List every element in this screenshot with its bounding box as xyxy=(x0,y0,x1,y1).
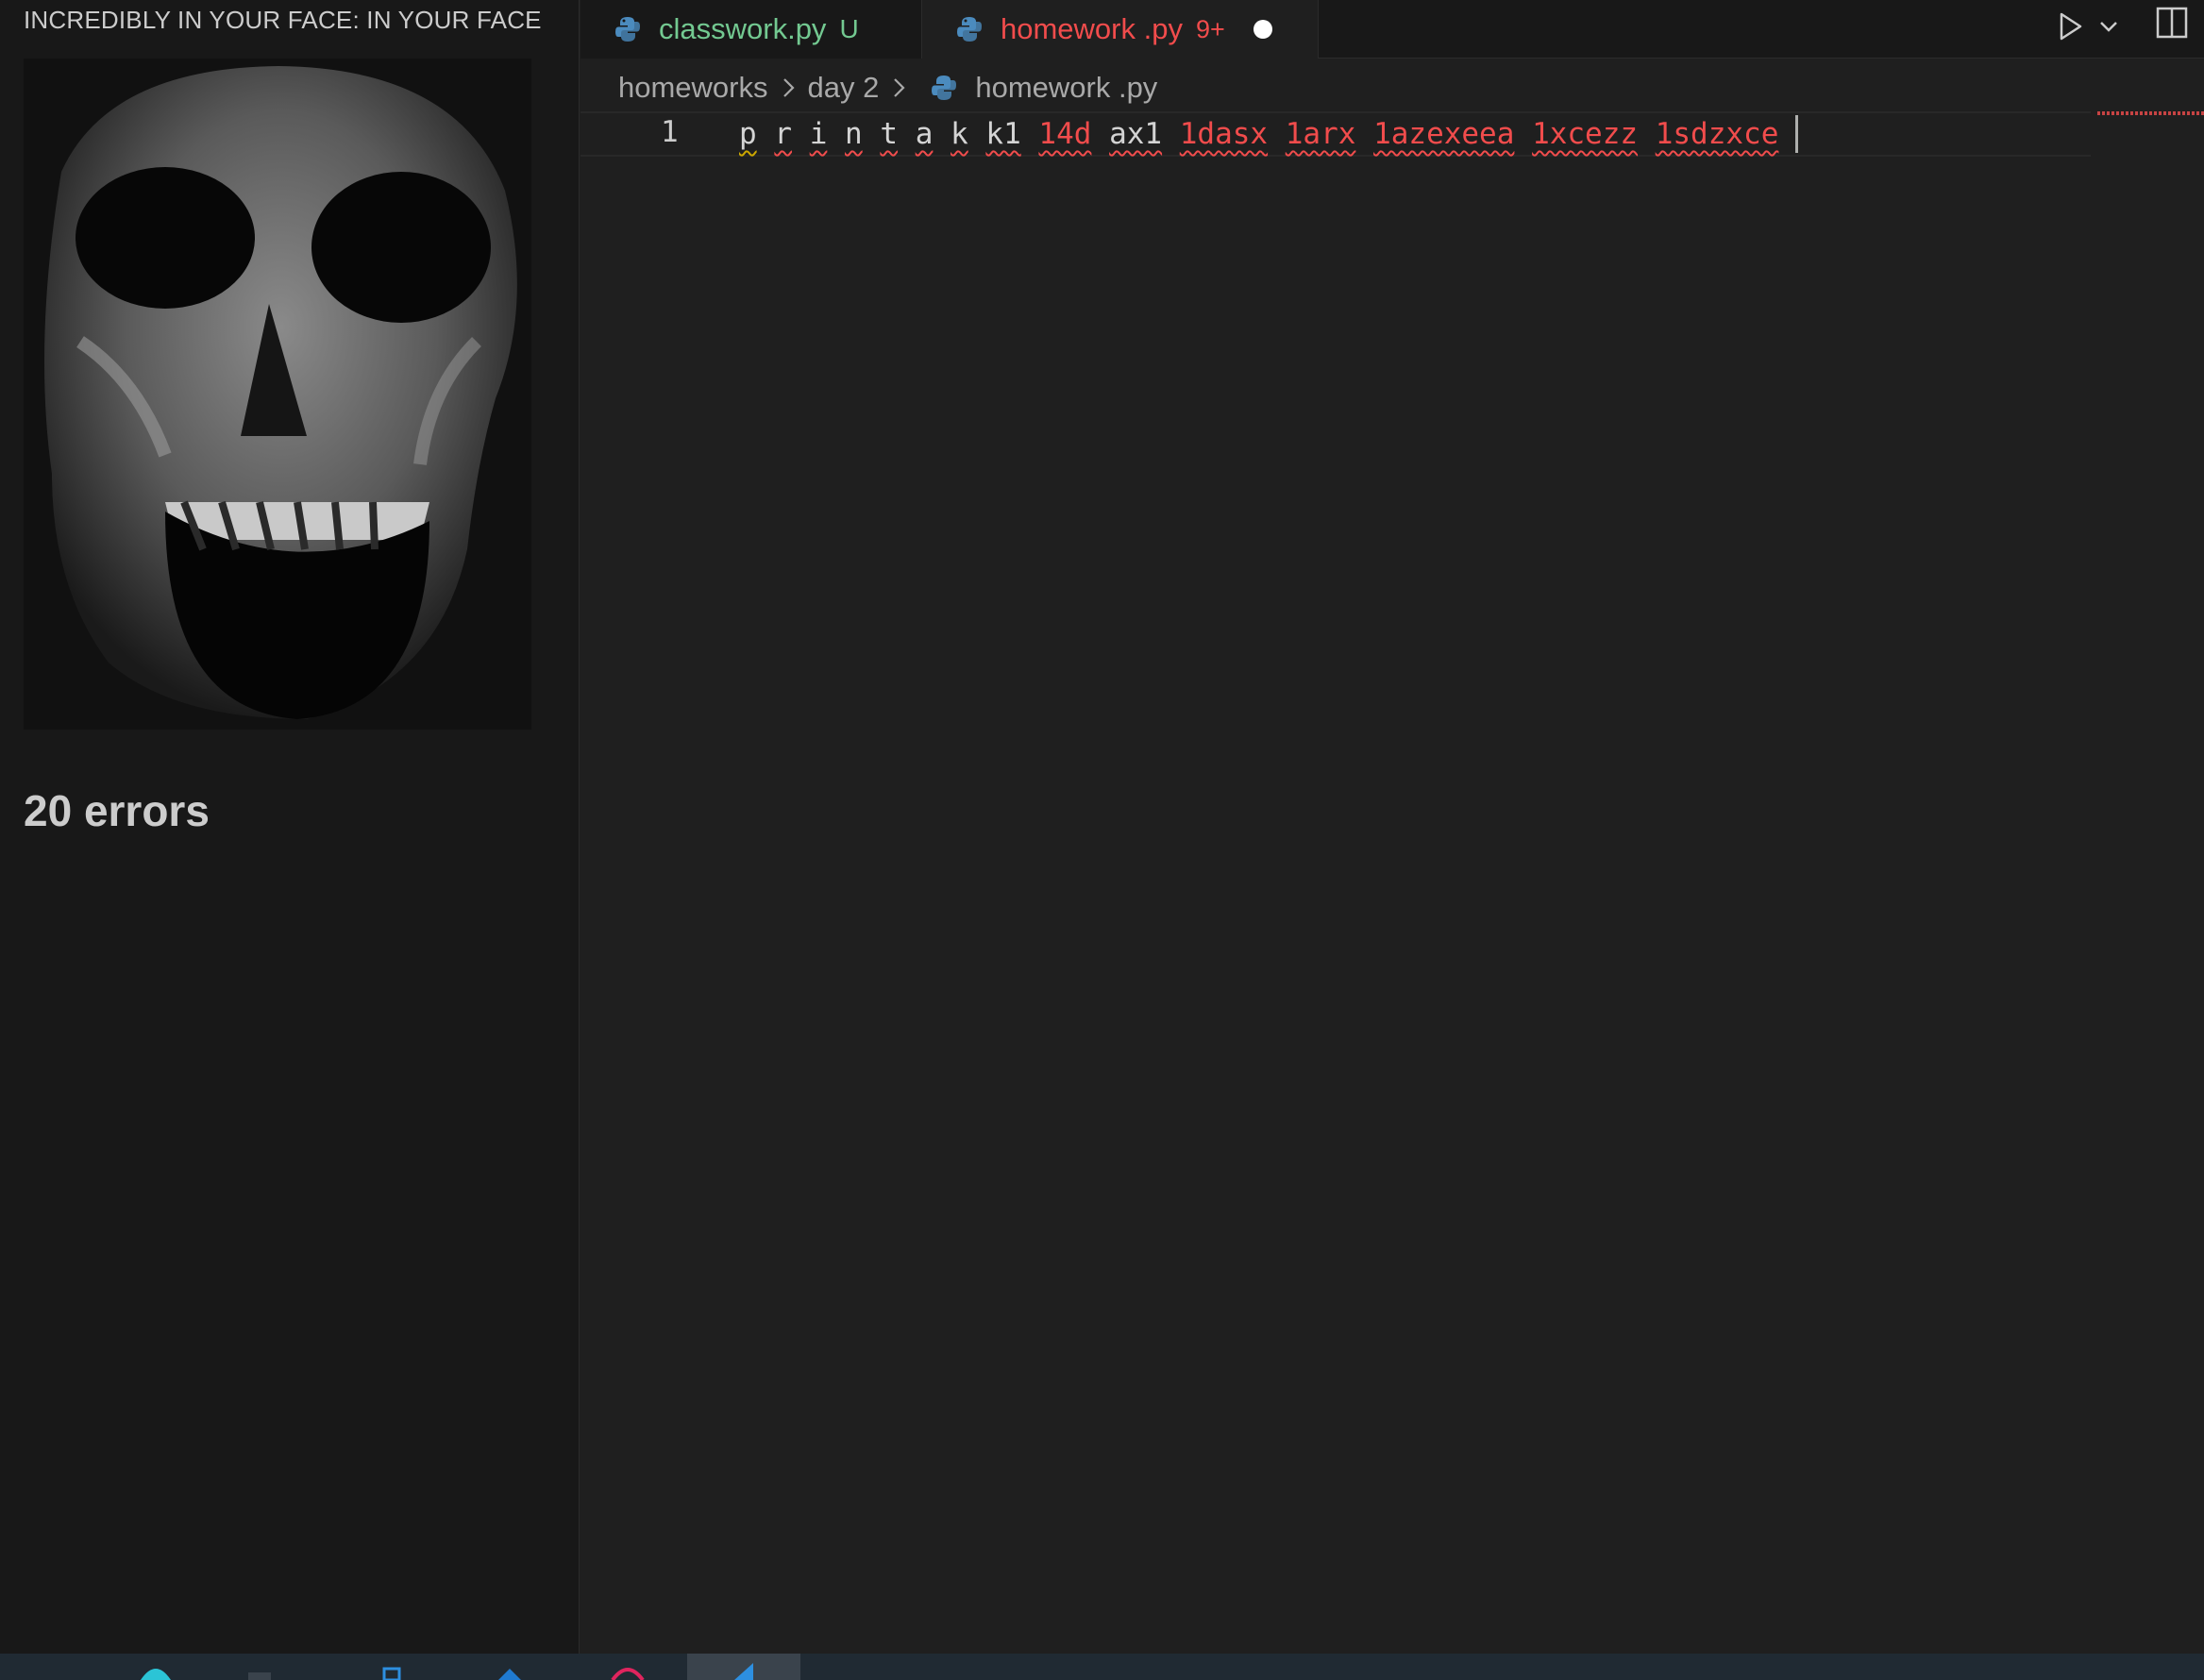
skull-image xyxy=(24,59,531,730)
overview-ruler-error-marks xyxy=(2097,111,2204,115)
error-count-label: 20 errors xyxy=(24,786,210,835)
vscode-taskbar-button[interactable] xyxy=(687,1654,800,1680)
code-token[interactable]: 1sdzxce xyxy=(1656,117,1779,151)
problem-count-badge: 9+ xyxy=(1195,14,1225,43)
play-icon xyxy=(2060,12,2082,41)
code-token[interactable]: k1 xyxy=(985,117,1020,151)
git-status-badge: U xyxy=(839,14,859,43)
code-token[interactable]: 1dasx xyxy=(1180,117,1268,151)
tab-homework[interactable]: homework .py 9+ xyxy=(922,0,1319,59)
run-python-button[interactable] xyxy=(2053,6,2128,47)
side-panel-title: INCREDIBLY IN YOUR FACE: IN YOUR FACE xyxy=(24,6,542,34)
code-token[interactable]: 14d xyxy=(1038,117,1091,151)
tab-bar: classwork.py U homework .py 9+ xyxy=(580,0,2204,59)
chevron-down-icon[interactable] xyxy=(2096,14,2121,39)
code-token[interactable]: ax1 xyxy=(1109,117,1162,151)
chevron-right-icon xyxy=(782,78,795,97)
line-number: 1 xyxy=(661,115,679,149)
tab-label: classwork.py xyxy=(659,12,827,45)
breadcrumb-item-file[interactable]: homework .py xyxy=(975,71,1157,105)
code-token[interactable]: r xyxy=(774,117,792,151)
python-icon xyxy=(957,17,982,42)
chevron-right-icon xyxy=(894,78,905,97)
edge-browser-icon[interactable] xyxy=(137,1663,175,1680)
taskbar xyxy=(0,1654,2204,1680)
code-token[interactable]: t xyxy=(880,117,898,151)
breadcrumb: homeworks day 2 homework .py xyxy=(618,64,1157,111)
code-token[interactable]: n xyxy=(845,117,863,151)
split-editor-icon xyxy=(2156,7,2188,39)
code-token[interactable]: p xyxy=(739,117,757,151)
code-token[interactable]: a xyxy=(916,117,934,151)
code-token[interactable]: i xyxy=(810,117,828,151)
split-editor-button[interactable] xyxy=(2153,4,2195,45)
breadcrumb-item-day2[interactable]: day 2 xyxy=(808,71,880,105)
folder-icon[interactable] xyxy=(241,1663,278,1680)
tab-classwork[interactable]: classwork.py U xyxy=(580,0,922,59)
vscode-icon xyxy=(734,1663,753,1680)
python-icon xyxy=(615,17,640,42)
code-line[interactable]: p r i n t a k k1 14d ax1 1dasx 1arx 1aze… xyxy=(739,115,1799,153)
code-token[interactable]: 1azexeea xyxy=(1373,117,1514,151)
tab-label: homework .py xyxy=(1001,12,1183,45)
text-cursor xyxy=(1795,115,1799,153)
app-window: INCREDIBLY IN YOUR FACE: IN YOUR FACE 20… xyxy=(0,0,2204,1680)
code-editor[interactable]: 1 p r i n t a k k1 14d ax1 1dasx 1arx 1a… xyxy=(580,111,2204,1654)
code-token[interactable]: 1arx xyxy=(1286,117,1356,151)
unsaved-dot-icon[interactable] xyxy=(1253,20,1272,39)
python-icon xyxy=(932,76,957,100)
store-icon[interactable] xyxy=(373,1663,411,1680)
breadcrumb-item-homeworks[interactable]: homeworks xyxy=(618,71,768,105)
code-token[interactable]: k xyxy=(951,117,968,151)
code-token[interactable]: 1xcezz xyxy=(1532,117,1638,151)
side-panel: INCREDIBLY IN YOUR FACE: IN YOUR FACE 20… xyxy=(0,0,580,1654)
mail-icon[interactable] xyxy=(491,1663,529,1680)
music-app-icon[interactable] xyxy=(609,1663,647,1680)
